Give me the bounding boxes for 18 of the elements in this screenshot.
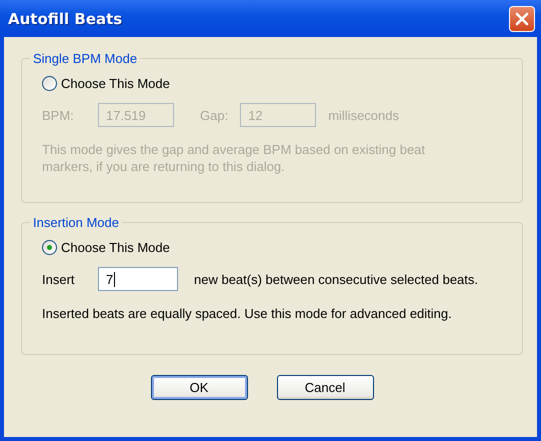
unit-label: milliseconds — [328, 108, 399, 122]
group-legend: Insertion Mode — [30, 215, 122, 230]
insert-count-field[interactable]: 7 — [98, 267, 178, 291]
dialog-button[interactable]: OK — [150, 375, 248, 400]
window-title: Autofill Beats — [8, 10, 122, 28]
close-button[interactable] — [509, 6, 535, 32]
radio-label: Choose This Mode — [61, 76, 170, 91]
group-legend: Single BPM Mode — [30, 51, 140, 66]
bpm-label: BPM: — [42, 108, 75, 122]
radio-label: Choose This Mode — [61, 240, 170, 255]
close-icon — [515, 12, 529, 26]
insert-suffix-label: new beat(s) between consecutive selected beats. — [194, 272, 478, 286]
gap-label: Gap: — [200, 108, 228, 122]
mode-description: Inserted beats are equally spaced. Use this mode for advanced editing. — [42, 305, 453, 322]
mode-description: This mode gives the gap and average BPM based on existing beat markers, if you are returning to this dialog. — [42, 141, 426, 175]
dialog-button[interactable]: Cancel — [276, 375, 374, 400]
insert-label: Insert — [42, 272, 76, 286]
radio-button[interactable] — [42, 240, 57, 255]
